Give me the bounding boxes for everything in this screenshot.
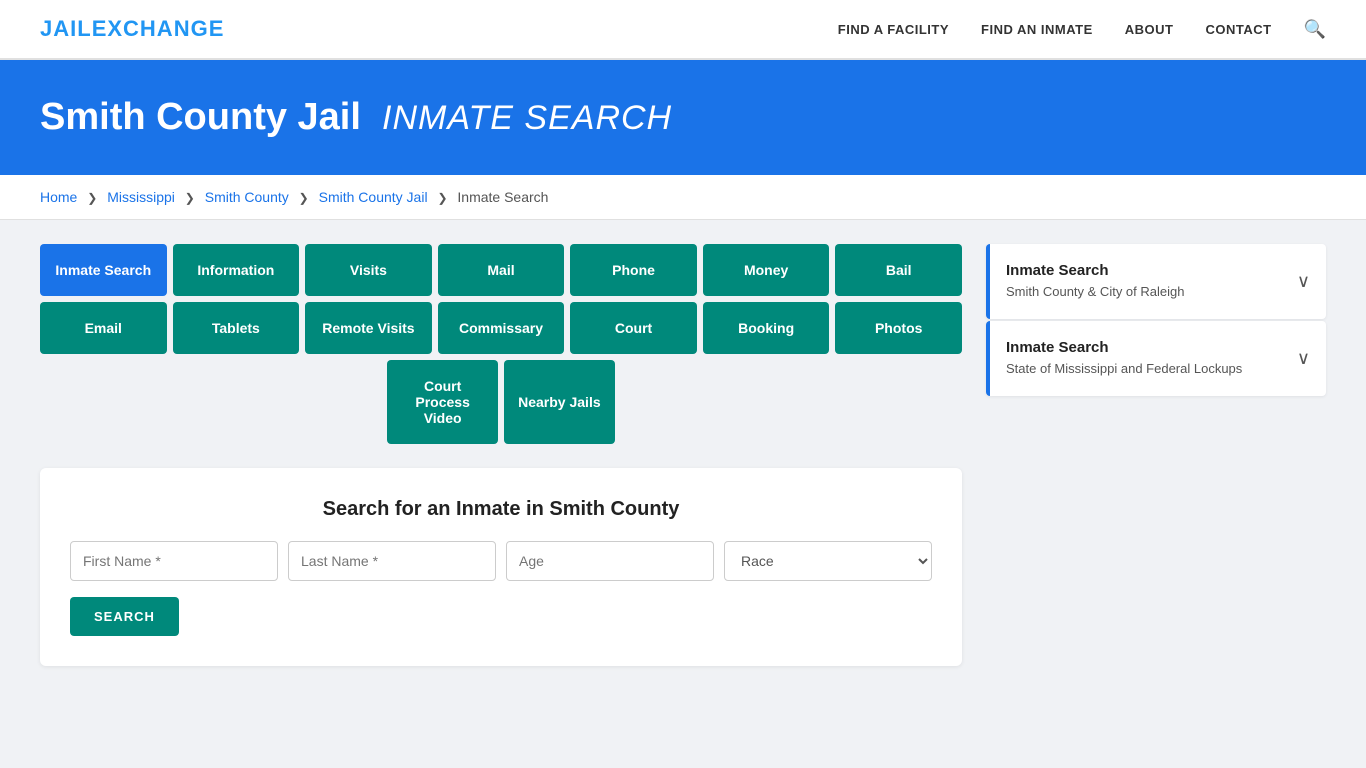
breadcrumb: Home ❯ Mississippi ❯ Smith County ❯ Smit…: [0, 175, 1366, 220]
search-icon[interactable]: 🔍: [1304, 19, 1326, 40]
search-form-heading: Search for an Inmate in Smith County: [70, 498, 932, 521]
search-fields: Race White Black Hispanic Asian Other: [70, 541, 932, 581]
header: JAILEXCHANGE FIND A FACILITY FIND AN INM…: [0, 0, 1366, 60]
tab-court[interactable]: Court: [570, 302, 697, 354]
row3-spacer: [40, 360, 381, 444]
main-content: Inmate Search Information Visits Mail Ph…: [0, 220, 1366, 690]
age-input[interactable]: [506, 541, 714, 581]
hero-section: Smith County Jail INMATE SEARCH: [0, 60, 1366, 175]
tab-commissary[interactable]: Commissary: [438, 302, 565, 354]
tab-email[interactable]: Email: [40, 302, 167, 354]
left-column: Inmate Search Information Visits Mail Ph…: [40, 244, 962, 666]
tab-nearby-jails[interactable]: Nearby Jails: [504, 360, 615, 444]
tab-bail[interactable]: Bail: [835, 244, 962, 296]
race-select[interactable]: Race White Black Hispanic Asian Other: [724, 541, 932, 581]
breadcrumb-smith-county-jail[interactable]: Smith County Jail: [319, 189, 428, 205]
tab-court-process-video[interactable]: Court Process Video: [387, 360, 498, 444]
nav-find-facility[interactable]: FIND A FACILITY: [838, 22, 949, 37]
logo-jail: JAIL: [40, 16, 92, 41]
logo-exchange: EXCHANGE: [92, 16, 225, 41]
sidebar-card-smith-text: Inmate Search Smith County & City of Ral…: [1006, 262, 1184, 301]
row3-spacer-right: [621, 360, 962, 444]
breadcrumb-mississippi[interactable]: Mississippi: [107, 189, 175, 205]
chevron-down-icon-2: ∨: [1297, 348, 1310, 369]
hero-title: Smith County Jail: [40, 96, 361, 138]
tab-row-2: Email Tablets Remote Visits Commissary C…: [40, 302, 962, 354]
last-name-input[interactable]: [288, 541, 496, 581]
tab-phone[interactable]: Phone: [570, 244, 697, 296]
first-name-input[interactable]: [70, 541, 278, 581]
sidebar-card-smith-subtitle: Smith County & City of Raleigh: [1006, 283, 1184, 301]
breadcrumb-sep-1: ❯: [87, 191, 97, 205]
tab-photos[interactable]: Photos: [835, 302, 962, 354]
tab-information[interactable]: Information: [173, 244, 300, 296]
main-nav: FIND A FACILITY FIND AN INMATE ABOUT CON…: [838, 19, 1326, 40]
nav-about[interactable]: ABOUT: [1125, 22, 1174, 37]
chevron-down-icon: ∨: [1297, 271, 1310, 292]
breadcrumb-smith-county[interactable]: Smith County: [205, 189, 289, 205]
tab-tablets[interactable]: Tablets: [173, 302, 300, 354]
breadcrumb-current: Inmate Search: [457, 189, 548, 205]
sidebar-card-ms-title: Inmate Search: [1006, 339, 1242, 356]
sidebar-card-smith-title: Inmate Search: [1006, 262, 1184, 279]
tab-inmate-search[interactable]: Inmate Search: [40, 244, 167, 296]
sidebar-card-mississippi[interactable]: Inmate Search State of Mississippi and F…: [986, 321, 1326, 396]
search-form-box: Search for an Inmate in Smith County Rac…: [40, 468, 962, 666]
search-button[interactable]: SEARCH: [70, 597, 179, 636]
breadcrumb-sep-3: ❯: [299, 191, 309, 205]
tab-row-3: Court Process Video Nearby Jails: [40, 360, 962, 444]
tab-visits[interactable]: Visits: [305, 244, 432, 296]
right-sidebar: Inmate Search Smith County & City of Ral…: [986, 244, 1326, 398]
sidebar-card-ms-subtitle: State of Mississippi and Federal Lockups: [1006, 360, 1242, 378]
tab-booking[interactable]: Booking: [703, 302, 830, 354]
breadcrumb-sep-4: ❯: [437, 191, 447, 205]
tab-row-1: Inmate Search Information Visits Mail Ph…: [40, 244, 962, 296]
hero-subtitle: INMATE SEARCH: [382, 99, 672, 137]
page-title: Smith County Jail INMATE SEARCH: [40, 96, 1326, 139]
tab-money[interactable]: Money: [703, 244, 830, 296]
logo[interactable]: JAILEXCHANGE: [40, 16, 224, 42]
sidebar-card-smith-county[interactable]: Inmate Search Smith County & City of Ral…: [986, 244, 1326, 319]
nav-find-inmate[interactable]: FIND AN INMATE: [981, 22, 1093, 37]
breadcrumb-sep-2: ❯: [185, 191, 195, 205]
sidebar-card-ms-text: Inmate Search State of Mississippi and F…: [1006, 339, 1242, 378]
breadcrumb-home[interactable]: Home: [40, 189, 77, 205]
row3-items: Court Process Video Nearby Jails: [387, 360, 615, 444]
tab-remote-visits[interactable]: Remote Visits: [305, 302, 432, 354]
tab-mail[interactable]: Mail: [438, 244, 565, 296]
nav-contact[interactable]: CONTACT: [1205, 22, 1271, 37]
